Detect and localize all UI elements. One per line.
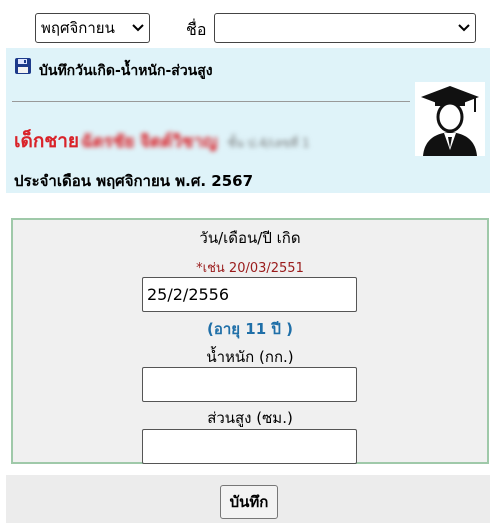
- month-select[interactable]: พฤศจิกายน: [35, 13, 150, 43]
- month-line: ประจำเดือน พฤศจิกายน พ.ศ. 2567: [14, 172, 254, 190]
- graduate-avatar-icon: [415, 82, 485, 156]
- record-form: วัน/เดือน/ปี เกิด *เช่น 20/03/2551 (อายุ…: [11, 218, 489, 464]
- student-class: ชั้น ป.4/เลขที่ 1: [227, 136, 310, 150]
- birthdate-label: วัน/เดือน/ปี เกิด: [199, 229, 301, 247]
- birthdate-hint: *เช่น 20/03/2551: [196, 261, 304, 276]
- divider: [12, 101, 410, 102]
- floppy-disk-icon: [14, 57, 32, 75]
- chevron-down-icon: [127, 14, 149, 42]
- name-label: ชื่อ: [186, 20, 207, 39]
- student-info-panel: บันทึกวันเกิด-น้ำหนัก-ส่วนสูง เด็กชาย ฉัต…: [6, 48, 490, 193]
- height-input[interactable]: [142, 429, 357, 464]
- month-select-value: พฤศจิกายน: [41, 19, 115, 37]
- student-fullname: ฉัตรชัย จิตต์วิชาญ: [81, 132, 218, 152]
- form-footer: บันทึก: [6, 475, 490, 523]
- weight-input[interactable]: [142, 367, 357, 402]
- student-prefix: เด็กชาย: [14, 130, 80, 152]
- chevron-down-icon: [453, 14, 475, 42]
- height-label: ส่วนสูง (ซม.): [207, 409, 293, 427]
- page-title: บันทึกวันเกิด-น้ำหนัก-ส่วนสูง: [39, 63, 213, 79]
- name-select[interactable]: [214, 13, 476, 43]
- save-button[interactable]: บันทึก: [220, 485, 278, 519]
- weight-label: น้ำหนัก (กก.): [206, 348, 294, 366]
- student-name: เด็กชาย ฉัตรชัย จิตต์วิชาญ ชั้น ป.4/เลขที่…: [14, 126, 310, 156]
- filter-bar: พฤศจิกายน ชื่อ: [0, 0, 492, 48]
- age-text: (อายุ 11 ปี ): [207, 320, 293, 338]
- birthdate-input[interactable]: [142, 277, 357, 312]
